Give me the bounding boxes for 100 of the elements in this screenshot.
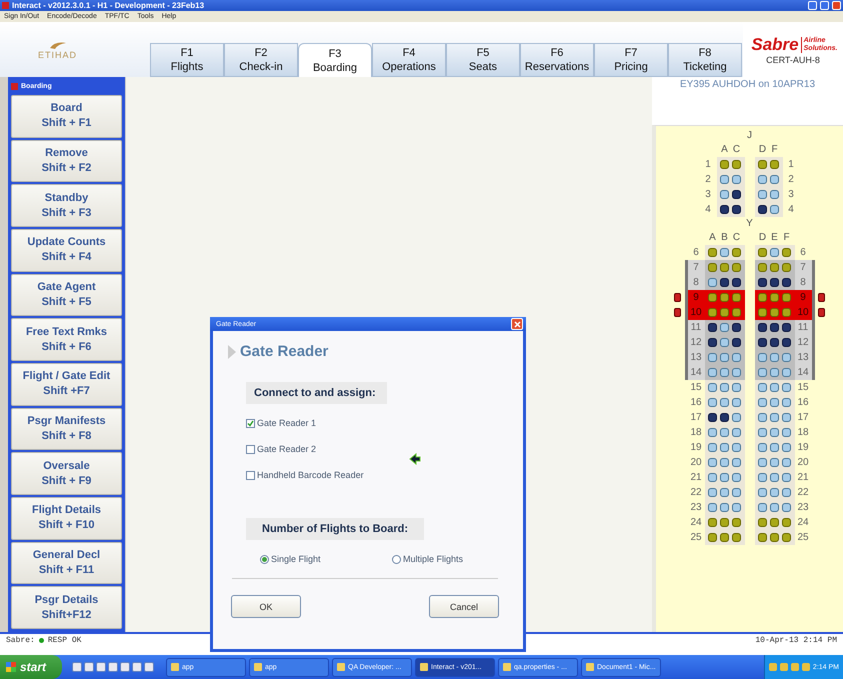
flight-caption: EY395 AUHDOH on 10APR13 <box>678 78 816 92</box>
row-number: 8 <box>794 275 814 290</box>
action-button[interactable]: Flight Details Shift + F10 <box>11 497 122 540</box>
row-number: 19 <box>796 441 810 455</box>
tab[interactable]: F3 Boarding <box>298 43 372 77</box>
row-number: 2 <box>704 173 712 187</box>
seat-icon[interactable] <box>732 338 741 347</box>
section-header: Connect to and assign: <box>246 382 387 404</box>
seat-icon[interactable] <box>758 278 767 287</box>
seat-icon[interactable] <box>708 413 717 422</box>
checkbox[interactable] <box>246 418 255 428</box>
seat-icon[interactable] <box>758 205 767 214</box>
row-number: 7 <box>794 260 814 275</box>
action-button[interactable]: General Decl Shift + F11 <box>11 542 122 584</box>
action-button[interactable]: Psgr Details Shift+F12 <box>11 586 122 630</box>
window-icon <box>254 663 262 671</box>
logo-text: ETIHAD <box>38 50 77 60</box>
action-button[interactable]: Standby Shift + F3 <box>11 184 122 228</box>
action-button[interactable]: Board Shift + F1 <box>11 95 122 138</box>
dialog-button[interactable]: OK <box>231 595 301 618</box>
row-number: 25 <box>796 531 810 545</box>
tab[interactable]: F4 Operations <box>372 43 446 77</box>
action-button[interactable]: Update Counts Shift + F4 <box>11 229 122 272</box>
row-number: 16 <box>689 396 703 410</box>
radio-button[interactable] <box>392 554 401 564</box>
status-dot <box>38 638 44 643</box>
row-number: 19 <box>689 441 703 455</box>
radio-label[interactable]: Multiple Flights <box>403 554 464 564</box>
row-number: 12 <box>684 335 704 350</box>
window-icon <box>503 663 511 671</box>
radio-button[interactable] <box>260 554 269 564</box>
seat-icon[interactable] <box>708 323 717 332</box>
row-number: 15 <box>689 381 703 395</box>
tab[interactable]: F6 Reservations <box>520 43 594 77</box>
seat-icon[interactable] <box>708 338 717 347</box>
seat-icon[interactable] <box>770 323 779 332</box>
seat-icon[interactable] <box>720 278 729 287</box>
seat-icon[interactable] <box>770 338 779 347</box>
dialog-button[interactable]: Cancel <box>429 595 499 618</box>
seat-icon[interactable] <box>732 323 741 332</box>
row-number: 9 <box>794 290 814 305</box>
station-label: CERT-AUH-8 <box>766 54 820 64</box>
window-icon <box>171 663 179 671</box>
checkbox[interactable] <box>246 470 255 480</box>
tab[interactable]: F5 Seats <box>446 43 520 77</box>
close-button[interactable] <box>511 318 523 330</box>
close-icon <box>514 320 520 328</box>
checkbox[interactable] <box>246 444 255 454</box>
checkbox-label[interactable]: Handheld Barcode Reader <box>257 470 364 480</box>
row-number: 15 <box>796 381 810 395</box>
action-button[interactable]: Free Text Rmks Shift + F6 <box>11 318 122 362</box>
row-number: 24 <box>689 516 703 530</box>
row-number: 16 <box>796 396 810 410</box>
action-button[interactable]: Psgr Manifests Shift + F8 <box>11 408 122 450</box>
action-button[interactable]: Remove Shift + F2 <box>11 140 122 182</box>
check-icon <box>247 420 254 426</box>
seat-icon[interactable] <box>758 323 767 332</box>
radio-dot <box>262 556 267 562</box>
row-number: 17 <box>796 411 810 425</box>
window-icon <box>420 663 428 671</box>
row-number: 11 <box>794 320 814 335</box>
windows-logo-icon <box>6 662 16 672</box>
tab[interactable]: F1 Flights <box>150 43 224 77</box>
window-title: Interact - v2012.3.0.1 - H1 - Development - 23Feb13 <box>12 1 206 10</box>
seat-icon[interactable] <box>732 278 741 287</box>
maximize-button[interactable] <box>820 1 829 10</box>
seat-icon[interactable] <box>782 338 791 347</box>
start-button[interactable]: start <box>0 655 62 679</box>
seat-icon[interactable] <box>732 205 741 214</box>
seat-icon[interactable] <box>782 278 791 287</box>
row-number: 23 <box>689 501 703 515</box>
action-button[interactable]: Gate Agent Shift + F5 <box>11 274 122 316</box>
row-number: 22 <box>689 486 703 500</box>
seat-icon[interactable] <box>720 413 729 422</box>
seat-icon[interactable] <box>720 205 729 214</box>
checkbox-label[interactable]: Gate Reader 2 <box>257 444 316 454</box>
seat-icon[interactable] <box>782 323 791 332</box>
row-number: 14 <box>794 365 814 380</box>
radio-label[interactable]: Single Flight <box>271 554 321 564</box>
row-number: 22 <box>796 486 810 500</box>
seat-icon[interactable] <box>732 190 741 199</box>
panel-icon <box>11 82 18 90</box>
action-button[interactable]: Oversale Shift + F9 <box>11 452 122 496</box>
seat-icon[interactable] <box>758 338 767 347</box>
tab[interactable]: F2 Check-in <box>224 43 298 77</box>
column-letter: B <box>720 232 729 243</box>
chevron-icon <box>228 344 236 358</box>
close-button[interactable] <box>832 1 841 10</box>
tab[interactable]: F7 Pricing <box>594 43 668 77</box>
action-button[interactable]: Flight / Gate Edit Shift +F7 <box>11 363 122 406</box>
section-header: Number of Flights to Board: <box>246 518 424 540</box>
row-number: 3 <box>787 188 795 202</box>
seat-icon[interactable] <box>770 278 779 287</box>
row-number: 18 <box>689 426 703 440</box>
row-number: 21 <box>689 471 703 485</box>
row-number: 3 <box>704 188 712 202</box>
tab[interactable]: F8 Ticketing <box>668 43 742 77</box>
checkbox-label[interactable]: Gate Reader 1 <box>257 418 316 428</box>
status-message: RESP OK <box>48 636 82 645</box>
minimize-button[interactable] <box>808 1 817 10</box>
